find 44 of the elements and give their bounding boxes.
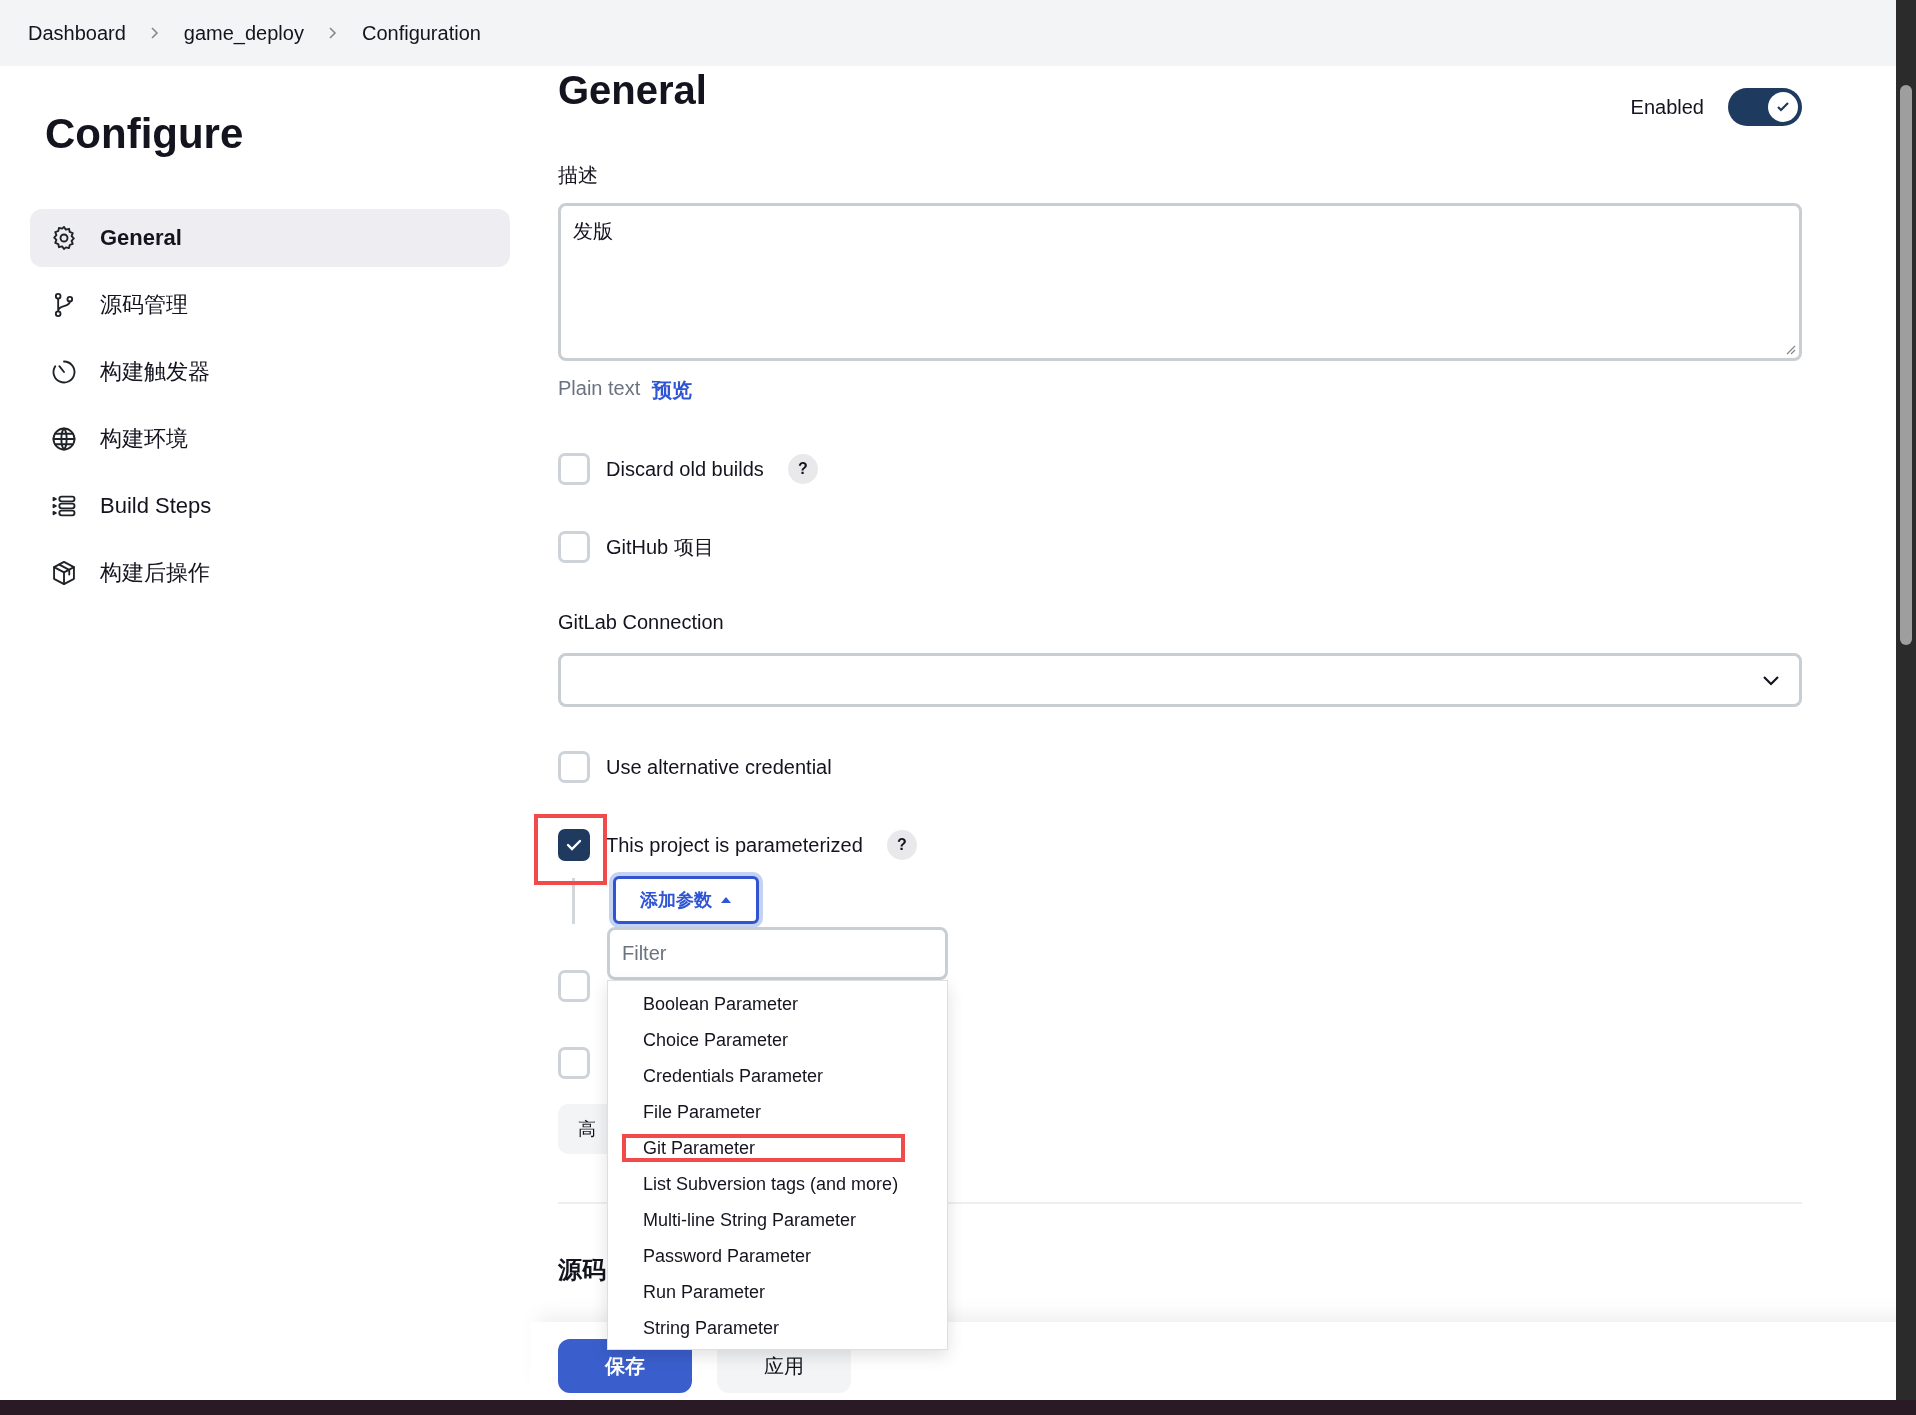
filter-field[interactable]: Filter bbox=[607, 927, 948, 980]
menu-item[interactable]: Choice Parameter bbox=[608, 1022, 947, 1058]
field-label: 描述 bbox=[558, 163, 598, 188]
timer-icon bbox=[50, 358, 78, 386]
menu-item[interactable]: File Parameter bbox=[608, 1094, 947, 1130]
preview-link[interactable]: 预览 bbox=[652, 377, 693, 404]
option-label: Discard old builds bbox=[606, 457, 764, 481]
sidebar-item[interactable]: Build Steps bbox=[30, 477, 510, 535]
breadcrumb-link[interactable]: Configuration bbox=[361, 21, 481, 45]
scrollbar[interactable] bbox=[1896, 0, 1916, 1400]
menu-item[interactable]: List Subversion tags (and more) bbox=[608, 1166, 947, 1202]
option-label: Use alternative credential bbox=[606, 755, 832, 779]
menu-item[interactable]: Run Parameter bbox=[608, 1274, 947, 1310]
gear-icon bbox=[50, 224, 78, 252]
sidebar-item[interactable]: 构建环境 bbox=[30, 410, 510, 468]
section-title: General bbox=[558, 67, 707, 113]
option-label: This project is parameterized bbox=[606, 833, 863, 857]
gitlab-connection-select[interactable] bbox=[558, 653, 1802, 707]
breadcrumb-link[interactable]: game_deploy bbox=[183, 21, 304, 45]
globe-icon bbox=[50, 425, 78, 453]
field-label: GitLab Connection bbox=[558, 611, 724, 634]
caret-up-icon bbox=[720, 896, 732, 904]
package-icon bbox=[50, 559, 78, 587]
enabled-toggle[interactable] bbox=[1728, 88, 1802, 126]
sidebar-item[interactable]: 源码管理 bbox=[30, 276, 510, 334]
sidebar-item[interactable]: General bbox=[30, 209, 510, 267]
section-title: 源码 bbox=[558, 1255, 606, 1285]
sidebar-item[interactable]: 构建后操作 bbox=[30, 544, 510, 602]
menu-item[interactable]: Git Parameter bbox=[622, 1134, 905, 1162]
help-button[interactable]: ? bbox=[886, 830, 917, 860]
menu-item[interactable]: Boolean Parameter bbox=[608, 986, 947, 1022]
menu-item[interactable]: Credentials Parameter bbox=[608, 1058, 947, 1094]
resize-grip-icon[interactable] bbox=[1784, 343, 1796, 355]
page-title: Configure bbox=[45, 110, 244, 158]
breadcrumb-link[interactable]: Dashboard bbox=[28, 21, 126, 45]
menu-item[interactable]: Password Parameter bbox=[608, 1238, 947, 1274]
sidebar-item[interactable]: 构建触发器 bbox=[30, 343, 510, 401]
enabled-label: Enabled bbox=[1630, 95, 1704, 119]
description-field[interactable]: 发版 bbox=[558, 203, 1802, 361]
menu-item[interactable]: Multi-line String Parameter bbox=[608, 1202, 947, 1238]
option-label: GitHub 项目 bbox=[606, 534, 714, 560]
help-button[interactable]: ? bbox=[787, 454, 818, 484]
format-note: Plain text bbox=[558, 377, 641, 401]
checkbox[interactable] bbox=[558, 829, 590, 861]
